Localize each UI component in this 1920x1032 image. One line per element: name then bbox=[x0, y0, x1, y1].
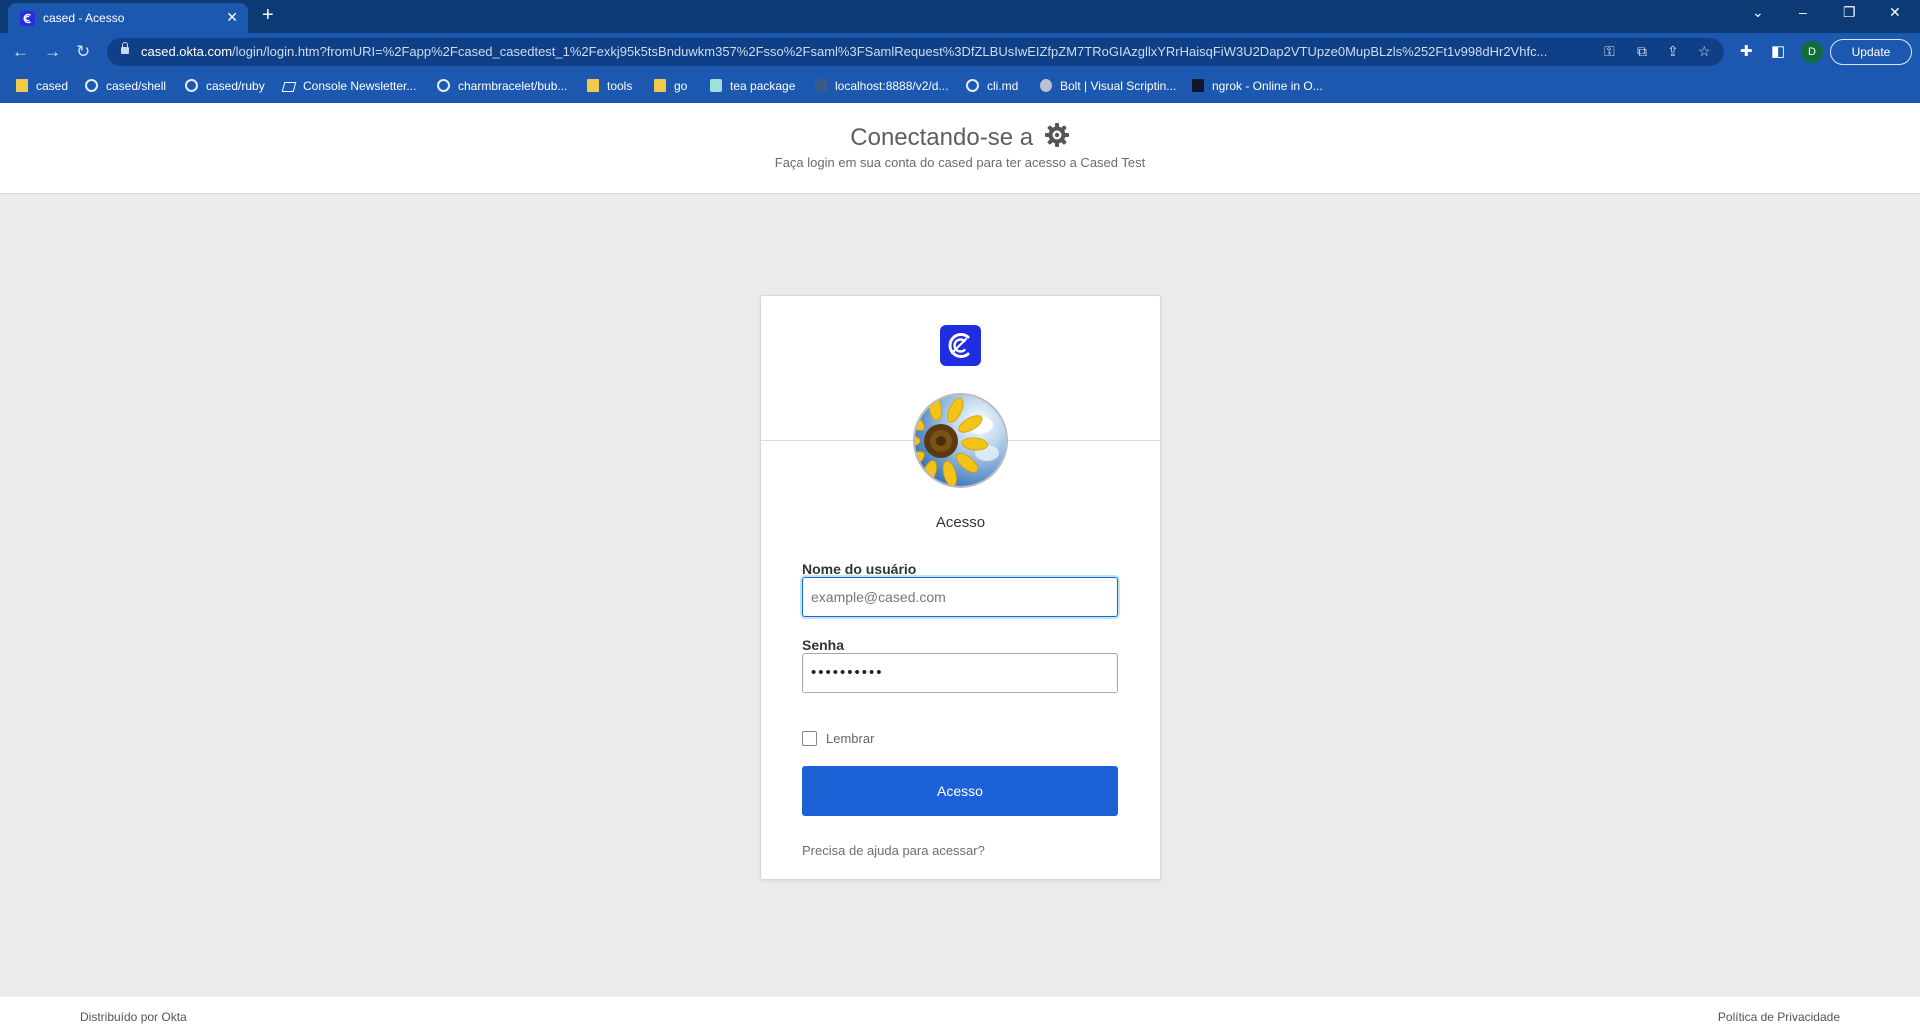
bookmark-label: cased bbox=[36, 79, 69, 93]
bookmark-cased-shell[interactable]: cased/shell bbox=[85, 79, 166, 95]
username-input[interactable]: example@cased.com bbox=[802, 577, 1118, 617]
url-text[interactable]: cased.okta.com/login/login.htm?fromURI=%… bbox=[141, 44, 1611, 59]
bookmark-label: cli.md bbox=[987, 79, 1019, 93]
github-icon bbox=[185, 79, 198, 92]
close-window-icon[interactable]: ✕ bbox=[1889, 4, 1901, 21]
powered-by-text: Distribuído por Okta bbox=[80, 1010, 187, 1024]
bookmark-label: ngrok - Online in O... bbox=[1212, 79, 1323, 93]
profile-avatar[interactable]: D bbox=[1801, 41, 1823, 63]
cased-favicon-icon bbox=[20, 11, 35, 26]
github-icon bbox=[437, 79, 450, 92]
bookmark-cased[interactable]: cased bbox=[16, 79, 68, 95]
bookmark-tea-package[interactable]: tea package bbox=[710, 79, 795, 95]
bookmark-label: tools bbox=[607, 79, 633, 93]
bookmark-bolt[interactable]: Bolt | Visual Scriptin... bbox=[1040, 79, 1176, 95]
new-tab-icon[interactable]: + bbox=[262, 4, 274, 27]
sign-in-button[interactable]: Acesso bbox=[802, 766, 1118, 816]
gear-icon bbox=[1044, 123, 1069, 147]
github-icon bbox=[85, 79, 98, 92]
tab-search-icon[interactable]: ⌄ bbox=[1752, 4, 1764, 21]
bookmark-label: localhost:8888/v2/d... bbox=[835, 79, 949, 93]
password-label: Senha bbox=[802, 637, 845, 653]
page-icon bbox=[815, 79, 827, 92]
page-subtitle: Faça login em sua conta do cased para te… bbox=[774, 155, 1146, 170]
bookmark-console-newsletter[interactable]: Console Newsletter... bbox=[281, 79, 417, 95]
username-label: Nome do usuário bbox=[802, 561, 917, 577]
lock-icon[interactable] bbox=[121, 42, 129, 55]
key-icon[interactable]: ⚿ bbox=[1604, 43, 1615, 60]
translate-icon[interactable]: ⧉ bbox=[1637, 43, 1647, 60]
page-title: Conectando-se a bbox=[0, 122, 1920, 152]
extensions-icon[interactable]: ✚ bbox=[1740, 42, 1753, 60]
bookmark-charmbracelet[interactable]: charmbracelet/bub... bbox=[437, 79, 567, 95]
bookmark-star-icon[interactable]: ☆ bbox=[1698, 43, 1711, 60]
remember-checkbox[interactable] bbox=[802, 731, 817, 746]
bookmark-ngrok[interactable]: ngrok - Online in O... bbox=[1192, 79, 1323, 95]
console-icon bbox=[281, 82, 297, 92]
bookmark-label: Console Newsletter... bbox=[303, 79, 417, 93]
folder-icon bbox=[16, 79, 28, 92]
url-domain: cased.okta.com bbox=[141, 44, 233, 59]
update-button[interactable]: Update bbox=[1830, 39, 1912, 65]
bookmark-cli-md[interactable]: cli.md bbox=[966, 79, 1018, 95]
reload-icon[interactable]: ↻ bbox=[76, 42, 90, 62]
ngrok-icon bbox=[1192, 79, 1204, 92]
github-icon bbox=[966, 79, 979, 92]
tab-title: cased - Acesso bbox=[43, 11, 125, 25]
bookmark-go[interactable]: go bbox=[654, 79, 687, 95]
folder-icon bbox=[654, 79, 666, 92]
address-bar[interactable]: cased.okta.com/login/login.htm?fromURI=%… bbox=[107, 38, 1724, 66]
page-title-text: Conectando-se a bbox=[850, 124, 1034, 151]
bookmark-label: go bbox=[674, 79, 688, 93]
bolt-icon bbox=[1040, 79, 1052, 92]
back-icon[interactable]: ← bbox=[12, 42, 29, 62]
form-heading: Acesso bbox=[935, 514, 986, 531]
bookmark-label: cased/ruby bbox=[206, 79, 265, 93]
sunflower-avatar bbox=[913, 393, 1008, 488]
bookmark-label: charmbracelet/bub... bbox=[458, 79, 568, 93]
okta-header: Conectando-se a Faça login em sua conta … bbox=[0, 103, 1920, 194]
password-input[interactable]: •••••••••• bbox=[802, 653, 1118, 693]
remember-label[interactable]: Lembrar bbox=[826, 731, 874, 746]
bookmark-label: tea package bbox=[730, 79, 796, 93]
bookmarks-bar: cased cased/shell cased/ruby Console New… bbox=[0, 71, 1920, 103]
side-panel-icon[interactable]: ◧ bbox=[1771, 42, 1785, 60]
cased-logo-icon bbox=[940, 325, 981, 366]
privacy-link[interactable]: Política de Privacidade bbox=[1718, 1010, 1840, 1024]
share-icon[interactable]: ⇪ bbox=[1667, 43, 1679, 60]
tab-strip: cased - Acesso ✕ + ⌄ – ❐ ✕ bbox=[0, 0, 1920, 33]
help-link[interactable]: Precisa de ajuda para acessar? bbox=[802, 843, 985, 858]
folder-icon bbox=[587, 79, 599, 92]
tab-close-icon[interactable]: ✕ bbox=[226, 9, 238, 26]
bookmark-cased-ruby[interactable]: cased/ruby bbox=[185, 79, 265, 95]
tab-active[interactable]: cased - Acesso ✕ bbox=[8, 3, 248, 33]
minimize-icon[interactable]: – bbox=[1799, 4, 1807, 20]
bookmark-localhost[interactable]: localhost:8888/v2/d... bbox=[815, 79, 948, 95]
tea-icon bbox=[710, 79, 722, 92]
restore-icon[interactable]: ❐ bbox=[1843, 4, 1856, 21]
bookmark-label: cased/shell bbox=[106, 79, 167, 93]
browser-toolbar: ← → ↻ cased.okta.com/login/login.htm?fro… bbox=[0, 33, 1920, 71]
bookmark-label: Bolt | Visual Scriptin... bbox=[1060, 79, 1177, 93]
bookmark-tools[interactable]: tools bbox=[587, 79, 632, 95]
page-footer: Distribuído por Okta Política de Privaci… bbox=[0, 997, 1920, 1032]
login-card: Acesso Nome do usuário example@cased.com… bbox=[760, 295, 1161, 880]
forward-icon[interactable]: → bbox=[44, 42, 61, 62]
url-path: /login/login.htm?fromURI=%2Fapp%2Fcased_… bbox=[232, 44, 1548, 59]
